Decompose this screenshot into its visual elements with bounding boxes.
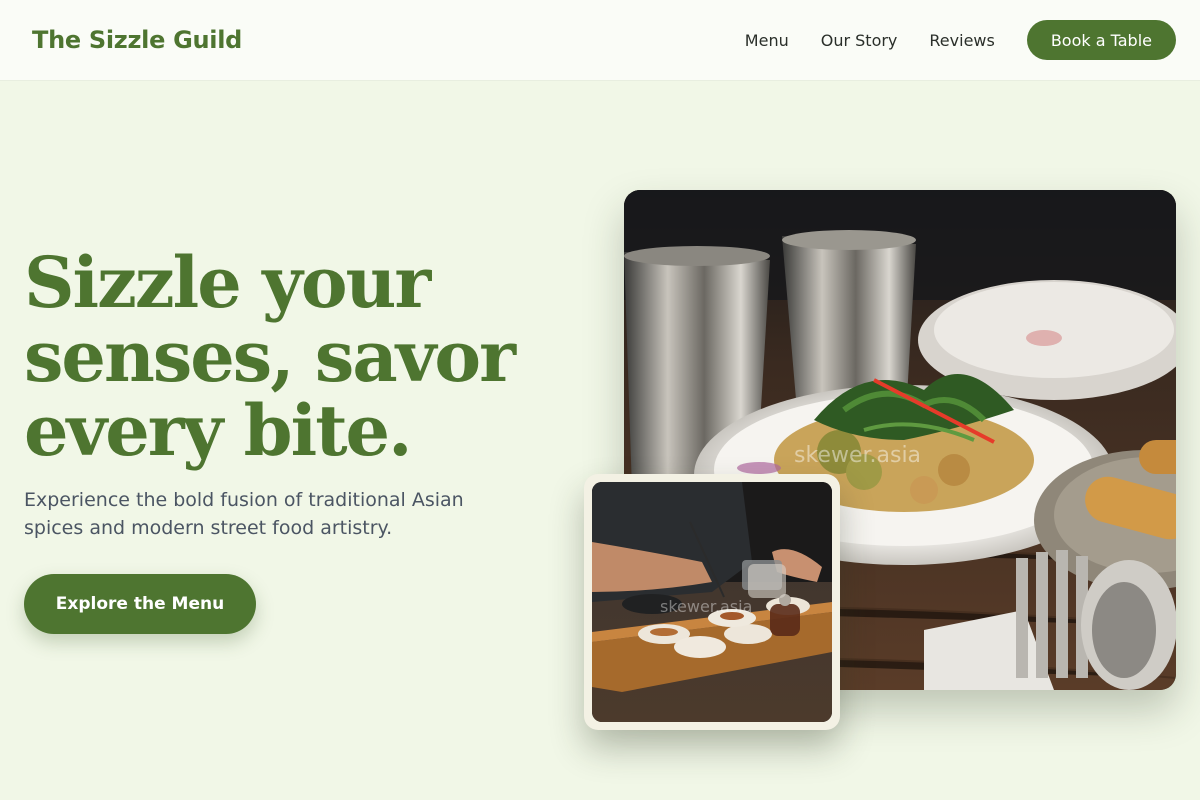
explore-menu-button[interactable]: Explore the Menu xyxy=(24,574,256,634)
nav-link-reviews[interactable]: Reviews xyxy=(929,31,994,50)
chef-plating-photo: skewer.asia xyxy=(592,482,832,722)
hero-subtitle: Experience the bold fusion of traditiona… xyxy=(24,489,464,539)
hero-title: Sizzle your senses, savor every bite. xyxy=(24,246,544,468)
nav-link-menu[interactable]: Menu xyxy=(745,31,789,50)
site-header: The Sizzle Guild Menu Our Story Reviews … xyxy=(0,0,1200,81)
book-table-button[interactable]: Book a Table xyxy=(1026,20,1176,60)
chef-photo-frame: skewer.asia xyxy=(584,474,840,730)
hero-title-line-1: Sizzle your xyxy=(24,241,431,324)
hero-title-line-3: every bite. xyxy=(24,389,412,472)
main-nav: Menu Our Story Reviews Book a Table xyxy=(745,0,1176,80)
brand-logo-text[interactable]: The Sizzle Guild xyxy=(32,26,242,54)
nav-link-our-story[interactable]: Our Story xyxy=(821,31,898,50)
small-photo-watermark: skewer.asia xyxy=(660,597,752,616)
hero-title-line-2: senses, savor xyxy=(24,315,516,398)
main-photo-watermark: skewer.asia xyxy=(794,443,921,468)
